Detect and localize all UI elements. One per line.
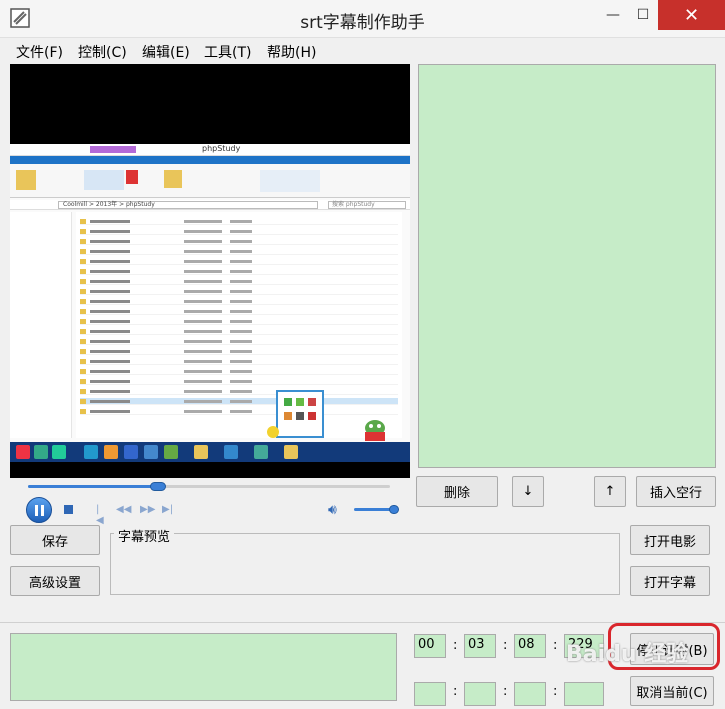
- title-bar: srt字幕制作助手 — ☐ ✕: [0, 0, 725, 38]
- end-millis-field[interactable]: [564, 682, 604, 706]
- embedded-nav-pane: [10, 212, 72, 438]
- pause-icon[interactable]: [26, 497, 52, 523]
- menu-edit[interactable]: 编辑(E): [142, 42, 190, 62]
- minimize-button[interactable]: —: [598, 0, 628, 30]
- embedded-path: Coolmill > 2013年 > phpStudy: [58, 201, 318, 209]
- embedded-tab-tag: [90, 146, 136, 153]
- timer-colon: :: [453, 638, 458, 653]
- menu-help[interactable]: 帮助(H): [267, 42, 316, 62]
- skip-back-icon[interactable]: |◀: [96, 504, 106, 526]
- embedded-window-title: phpStudy: [202, 144, 241, 153]
- player-controls: |◀ ◀◀ ▶▶ ▶| 🔊︎: [10, 478, 410, 526]
- maximize-button[interactable]: ☐: [628, 0, 658, 30]
- seek-handle[interactable]: [150, 482, 166, 491]
- timer-minutes-field[interactable]: 03: [464, 634, 496, 658]
- subtitle-preview: [110, 533, 620, 595]
- seek-bar-fill: [28, 485, 158, 488]
- advanced-settings-button[interactable]: 高级设置: [10, 566, 100, 596]
- save-button[interactable]: 保存: [10, 525, 100, 555]
- move-down-button[interactable]: ↓: [512, 476, 544, 507]
- skip-forward-icon[interactable]: ▶|: [162, 504, 173, 515]
- timer-colon: :: [503, 684, 508, 699]
- menu-bar: 文件(F) 控制(C) 编辑(E) 工具(T) 帮助(H): [0, 38, 725, 64]
- timer-seconds-field[interactable]: 08: [514, 634, 546, 658]
- close-button[interactable]: ✕: [658, 0, 725, 30]
- timer-colon: :: [503, 638, 508, 653]
- fast-forward-icon[interactable]: ▶▶: [140, 504, 158, 515]
- delete-button[interactable]: 删除: [416, 476, 498, 507]
- end-seconds-field[interactable]: [514, 682, 546, 706]
- preview-label: 字幕预览: [114, 526, 175, 545]
- video-player[interactable]: phpStudy Coolmill > 2013年 > phpStudy 搜索 …: [10, 64, 410, 478]
- video-frame: phpStudy Coolmill > 2013年 > phpStudy 搜索 …: [10, 144, 410, 462]
- timer-colon: :: [553, 638, 558, 653]
- timer-colon: :: [453, 684, 458, 699]
- embedded-titlebar: phpStudy: [10, 144, 410, 156]
- menu-tools[interactable]: 工具(T): [204, 42, 251, 62]
- embedded-address-bar: Coolmill > 2013年 > phpStudy 搜索 phpStudy: [10, 200, 410, 210]
- insert-blank-button[interactable]: 插入空行: [636, 476, 716, 507]
- end-minutes-field[interactable]: [464, 682, 496, 706]
- menu-file[interactable]: 文件(F): [16, 42, 63, 62]
- mascot-icon: [365, 420, 385, 441]
- open-subtitle-button[interactable]: 打开字幕: [630, 566, 710, 596]
- embedded-file-list: [76, 212, 402, 438]
- seek-bar[interactable]: [28, 482, 390, 491]
- cursor-highlight-icon: [267, 426, 279, 438]
- volume-handle[interactable]: [389, 505, 399, 514]
- stop-icon[interactable]: [64, 505, 73, 514]
- embedded-ribbon: [10, 164, 410, 198]
- menu-control[interactable]: 控制(C): [78, 42, 127, 62]
- embedded-taskbar: [10, 442, 410, 462]
- subtitle-edit-box[interactable]: [10, 633, 397, 701]
- volume-icon[interactable]: 🔊︎: [328, 502, 337, 518]
- watermark: Baidu 经验: [566, 642, 689, 667]
- embedded-ribbon-tabs: [10, 156, 410, 164]
- timer-hours-field[interactable]: 00: [414, 634, 446, 658]
- volume-slider[interactable]: [354, 505, 399, 514]
- end-hours-field[interactable]: [414, 682, 446, 706]
- embedded-search: 搜索 phpStudy: [328, 201, 406, 209]
- subtitle-list[interactable]: [418, 64, 716, 468]
- open-movie-button[interactable]: 打开电影: [630, 525, 710, 555]
- rewind-icon[interactable]: ◀◀: [116, 504, 134, 515]
- cancel-current-button[interactable]: 取消当前(C): [630, 676, 714, 706]
- timer-colon: :: [553, 684, 558, 699]
- embedded-popup-menu: [276, 390, 324, 438]
- move-up-button[interactable]: ↑: [594, 476, 626, 507]
